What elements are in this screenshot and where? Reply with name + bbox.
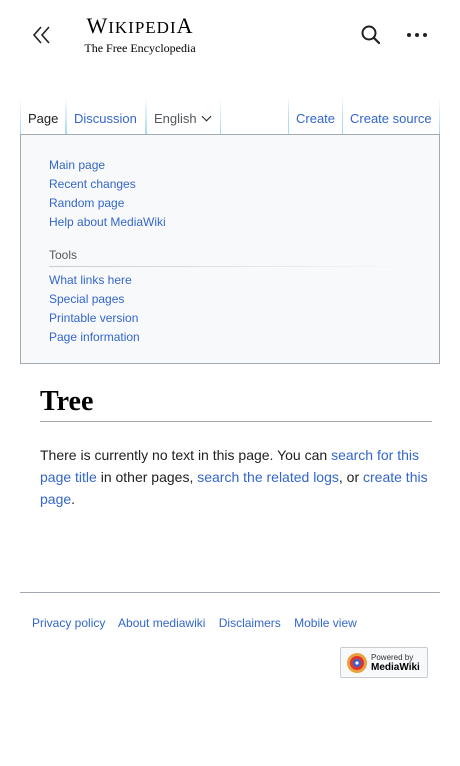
more-options-button[interactable] — [404, 22, 430, 48]
powered-by-mediawiki-badge[interactable]: Powered by MediaWiki — [340, 647, 428, 678]
notice-text: . — [71, 491, 76, 507]
page-tabs: Page Discussion English Create Create so… — [20, 97, 440, 134]
footer-disclaimers-link[interactable]: Disclaimers — [219, 616, 281, 630]
tab-discussion[interactable]: Discussion — [66, 97, 145, 134]
no-text-notice: There is currently no text in this page.… — [40, 444, 432, 510]
mediawiki-flower-icon — [347, 653, 367, 673]
main-nav-list: Main page Recent changes Random page Hel… — [49, 156, 166, 232]
footer-divider — [20, 592, 440, 593]
tab-create[interactable]: Create — [288, 97, 344, 134]
powered-by-text: Powered by MediaWiki — [371, 653, 420, 673]
tab-separator — [220, 97, 221, 134]
footer-links: Privacy policy About mediawiki Disclaime… — [32, 616, 367, 630]
language-selector[interactable]: English — [146, 97, 218, 134]
navigation-panel: Main page Recent changes Random page Hel… — [20, 134, 440, 364]
chevron-down-icon — [201, 111, 212, 122]
ellipsis-icon — [407, 33, 427, 37]
nav-item-random-page[interactable]: Random page — [49, 194, 166, 213]
double-chevron-left-icon — [32, 26, 50, 44]
notice-text: in other pages, — [96, 469, 198, 485]
nav-link[interactable]: Recent changes — [49, 177, 136, 191]
main-content: Tree There is currently no text in this … — [40, 384, 432, 510]
site-header: WIKIPEDIA The Free Encyclopedia — [0, 0, 460, 70]
notice-text: , or — [338, 469, 363, 485]
nav-item-page-information[interactable]: Page information — [49, 328, 140, 347]
nav-item-main-page[interactable]: Main page — [49, 156, 166, 175]
nav-item-what-links-here[interactable]: What links here — [49, 271, 140, 290]
nav-link[interactable]: What links here — [49, 273, 132, 287]
footer-mobile-view-link[interactable]: Mobile view — [294, 616, 357, 630]
search-button[interactable] — [358, 22, 384, 48]
nav-item-help[interactable]: Help about MediaWiki — [49, 213, 166, 232]
footer-about-link[interactable]: About mediawiki — [118, 616, 205, 630]
tools-heading: Tools — [49, 248, 78, 262]
nav-item-special-pages[interactable]: Special pages — [49, 290, 140, 309]
tab-separator — [439, 97, 440, 134]
nav-link[interactable]: Printable version — [49, 311, 138, 325]
nav-link[interactable]: Main page — [49, 158, 105, 172]
search-logs-link[interactable]: search the related logs — [197, 469, 339, 485]
tools-divider — [49, 266, 409, 267]
nav-link[interactable]: Random page — [49, 196, 124, 210]
nav-link[interactable]: Help about MediaWiki — [49, 215, 166, 229]
tools-nav-list: What links here Special pages Printable … — [49, 271, 140, 347]
wikipedia-logo[interactable]: WIKIPEDIA The Free Encyclopedia — [78, 13, 202, 56]
tab-page[interactable]: Page — [20, 97, 67, 134]
main-menu-button[interactable] — [30, 22, 56, 48]
tab-create-source[interactable]: Create source — [342, 97, 440, 134]
page-title: Tree — [40, 384, 432, 422]
nav-item-printable-version[interactable]: Printable version — [49, 309, 140, 328]
nav-link[interactable]: Page information — [49, 330, 140, 344]
footer-privacy-link[interactable]: Privacy policy — [32, 616, 105, 630]
search-icon — [361, 25, 381, 45]
notice-text: There is currently no text in this page.… — [40, 447, 332, 463]
nav-item-recent-changes[interactable]: Recent changes — [49, 175, 166, 194]
logo-tagline: The Free Encyclopedia — [84, 41, 196, 55]
logo-wordmark: WIKIPEDIA — [86, 13, 194, 38]
language-label: English — [154, 111, 197, 126]
nav-link[interactable]: Special pages — [49, 292, 124, 306]
